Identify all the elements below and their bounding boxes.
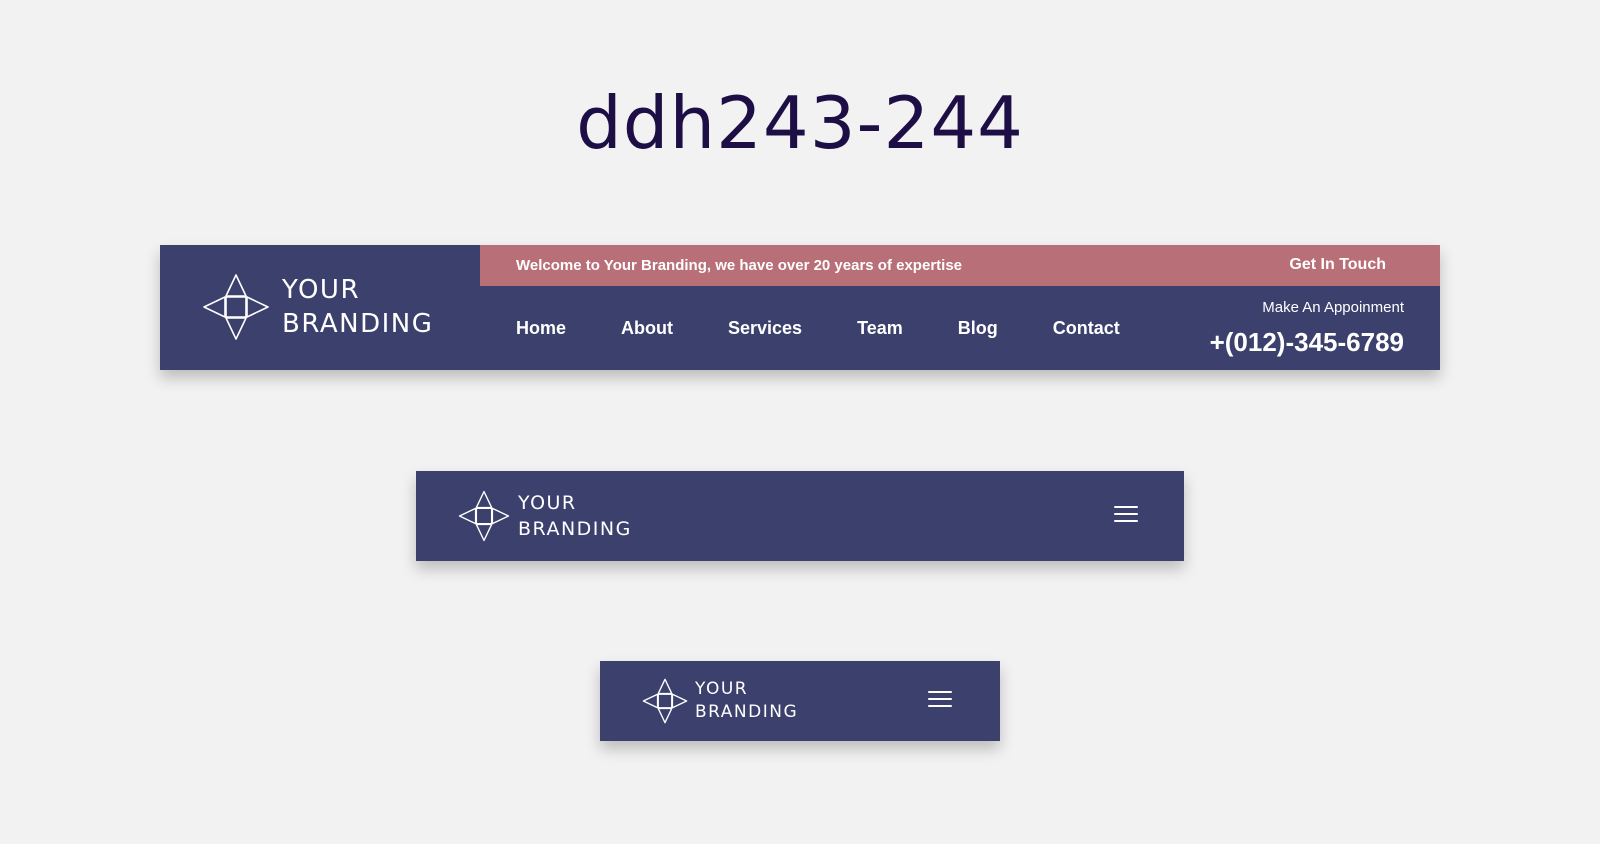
nav-item-services[interactable]: Services <box>728 318 802 339</box>
diamond-arrows-icon <box>642 678 688 724</box>
phone-number[interactable]: +(012)-345-6789 <box>1210 327 1404 358</box>
brand-line-2: BRANDING <box>695 702 799 722</box>
mobile-header: YOUR BRANDING <box>600 661 1000 741</box>
nav-item-home[interactable]: Home <box>516 318 566 339</box>
hamburger-menu-icon[interactable] <box>928 691 952 709</box>
brand-line-1: YOUR <box>282 275 361 305</box>
brand-logo-mobile[interactable]: YOUR BRANDING <box>642 678 798 724</box>
top-bar: Welcome to Your Branding, we have over 2… <box>480 245 1440 286</box>
brand-line-2: BRANDING <box>282 309 434 339</box>
brand-wordmark: YOUR BRANDING <box>695 678 798 724</box>
brand-line-1: YOUR <box>695 679 749 699</box>
diamond-arrows-icon <box>202 273 270 341</box>
brand-logo[interactable]: YOUR BRANDING <box>202 273 433 341</box>
welcome-message: Welcome to Your Branding, we have over 2… <box>516 257 963 274</box>
brand-wordmark: YOUR BRANDING <box>518 490 632 542</box>
brand-line-2: BRANDING <box>518 518 632 540</box>
hamburger-menu-icon[interactable] <box>1114 506 1138 524</box>
desktop-header: YOUR BRANDING Welcome to Your Branding, … <box>160 245 1440 370</box>
brand-logo-tablet[interactable]: YOUR BRANDING <box>458 490 632 542</box>
nav-item-blog[interactable]: Blog <box>958 318 998 339</box>
nav-item-contact[interactable]: Contact <box>1053 318 1120 339</box>
diamond-arrows-icon <box>458 490 510 542</box>
brand-line-1: YOUR <box>518 492 577 514</box>
tablet-header: YOUR BRANDING <box>416 471 1184 561</box>
appointment-label: Make An Appoinment <box>1262 299 1404 316</box>
main-nav: Home About Services Team Blog Contact <box>516 318 1175 339</box>
nav-item-about[interactable]: About <box>621 318 673 339</box>
get-in-touch-button[interactable]: Get In Touch <box>1289 256 1386 274</box>
nav-item-team[interactable]: Team <box>857 318 903 339</box>
brand-wordmark: YOUR BRANDING <box>282 273 433 341</box>
page-title: ddh243-244 <box>576 81 1024 165</box>
